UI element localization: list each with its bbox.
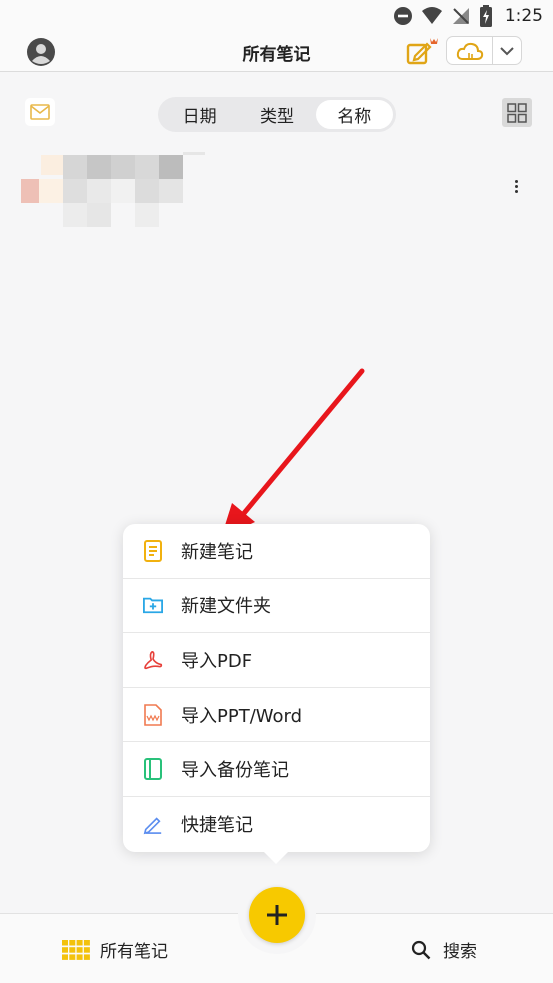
add-button[interactable] xyxy=(249,887,305,943)
menu-caret xyxy=(262,850,290,864)
no-signal-icon xyxy=(452,8,469,24)
new-folder-icon xyxy=(143,594,163,616)
more-options-button[interactable] xyxy=(508,176,524,196)
blur-tile xyxy=(39,179,63,203)
status-icons: 1:25 xyxy=(393,4,543,28)
cloud-icon xyxy=(456,42,483,60)
pdf-icon xyxy=(143,649,163,671)
new-note-icon xyxy=(143,539,163,562)
tab-date[interactable]: 日期 xyxy=(161,100,238,129)
plus-icon xyxy=(267,905,287,925)
grid-view-icon xyxy=(507,102,527,123)
blur-tile xyxy=(63,203,87,227)
cloud-sync-button[interactable] xyxy=(447,37,493,64)
nav-search-label: 搜索 xyxy=(443,942,477,962)
menu-item-quick-note[interactable]: 快捷笔记 xyxy=(123,797,430,852)
menu-item-import-ppt-word[interactable]: 导入PPT/Word xyxy=(123,688,430,743)
backup-note-icon xyxy=(143,758,163,781)
nav-all-notes[interactable]: 所有笔记 xyxy=(62,937,168,962)
blur-tile xyxy=(63,179,87,203)
grid-view-button[interactable] xyxy=(502,98,532,127)
sort-tabs: 日期 类型 名称 xyxy=(158,97,396,132)
menu-item-label: 新建笔记 xyxy=(181,541,253,563)
app-header: 所有笔记 xyxy=(0,32,553,72)
blur-tile xyxy=(87,203,111,227)
blur-tile xyxy=(159,179,183,203)
nav-search[interactable]: 搜索 xyxy=(411,937,477,962)
menu-item-label: 快捷笔记 xyxy=(181,815,253,837)
status-time: 1:25 xyxy=(504,6,543,26)
blur-tile xyxy=(135,179,159,203)
pen-icon xyxy=(143,813,163,835)
screen: 1:25 所有笔记 日期 类型 名称 新建笔记 新建文件夹 导入PDF 导入PP… xyxy=(0,0,553,983)
cloud-sync-group xyxy=(446,36,522,65)
menu-item-new-note[interactable]: 新建笔记 xyxy=(123,524,430,579)
vip-edit-button[interactable] xyxy=(405,36,439,66)
blur-tile xyxy=(87,155,111,179)
battery-charging-icon xyxy=(479,5,492,27)
blur-tile xyxy=(41,155,63,175)
status-bar: 1:25 xyxy=(0,0,553,32)
nav-all-notes-label: 所有笔记 xyxy=(100,942,168,962)
blur-tile xyxy=(159,155,183,179)
tab-type[interactable]: 类型 xyxy=(238,100,315,129)
blur-tile xyxy=(111,155,135,179)
tab-name[interactable]: 名称 xyxy=(315,100,393,129)
blur-tile xyxy=(183,152,205,155)
menu-item-import-backup[interactable]: 导入备份笔记 xyxy=(123,742,430,797)
ppt-word-icon xyxy=(143,703,163,726)
search-icon xyxy=(411,940,431,959)
blur-tile xyxy=(135,203,159,227)
chevron-down-icon xyxy=(500,46,514,55)
blur-tile xyxy=(135,155,159,179)
edit-crown-icon xyxy=(406,38,438,65)
note-thumbnail[interactable] xyxy=(21,152,211,228)
blur-tile xyxy=(111,179,135,203)
menu-item-label: 新建文件夹 xyxy=(181,596,271,618)
do-not-disturb-icon xyxy=(393,7,412,25)
mail-icon xyxy=(30,104,50,120)
menu-item-new-folder[interactable]: 新建文件夹 xyxy=(123,579,430,634)
create-menu: 新建笔记 新建文件夹 导入PDF 导入PPT/Word 导入备份笔记 快捷笔记 xyxy=(123,524,430,852)
grid-apps-icon xyxy=(62,939,90,960)
mail-button[interactable] xyxy=(25,98,55,126)
menu-item-label: 导入PDF xyxy=(181,650,253,672)
wifi-icon xyxy=(421,7,442,24)
blur-tile xyxy=(21,179,39,203)
menu-item-label: 导入备份笔记 xyxy=(181,760,289,782)
blur-tile xyxy=(63,155,87,179)
blur-tile xyxy=(87,179,111,203)
menu-item-label: 导入PPT/Word xyxy=(181,705,303,727)
menu-item-import-pdf[interactable]: 导入PDF xyxy=(123,633,430,688)
cloud-dropdown-button[interactable] xyxy=(493,37,521,64)
